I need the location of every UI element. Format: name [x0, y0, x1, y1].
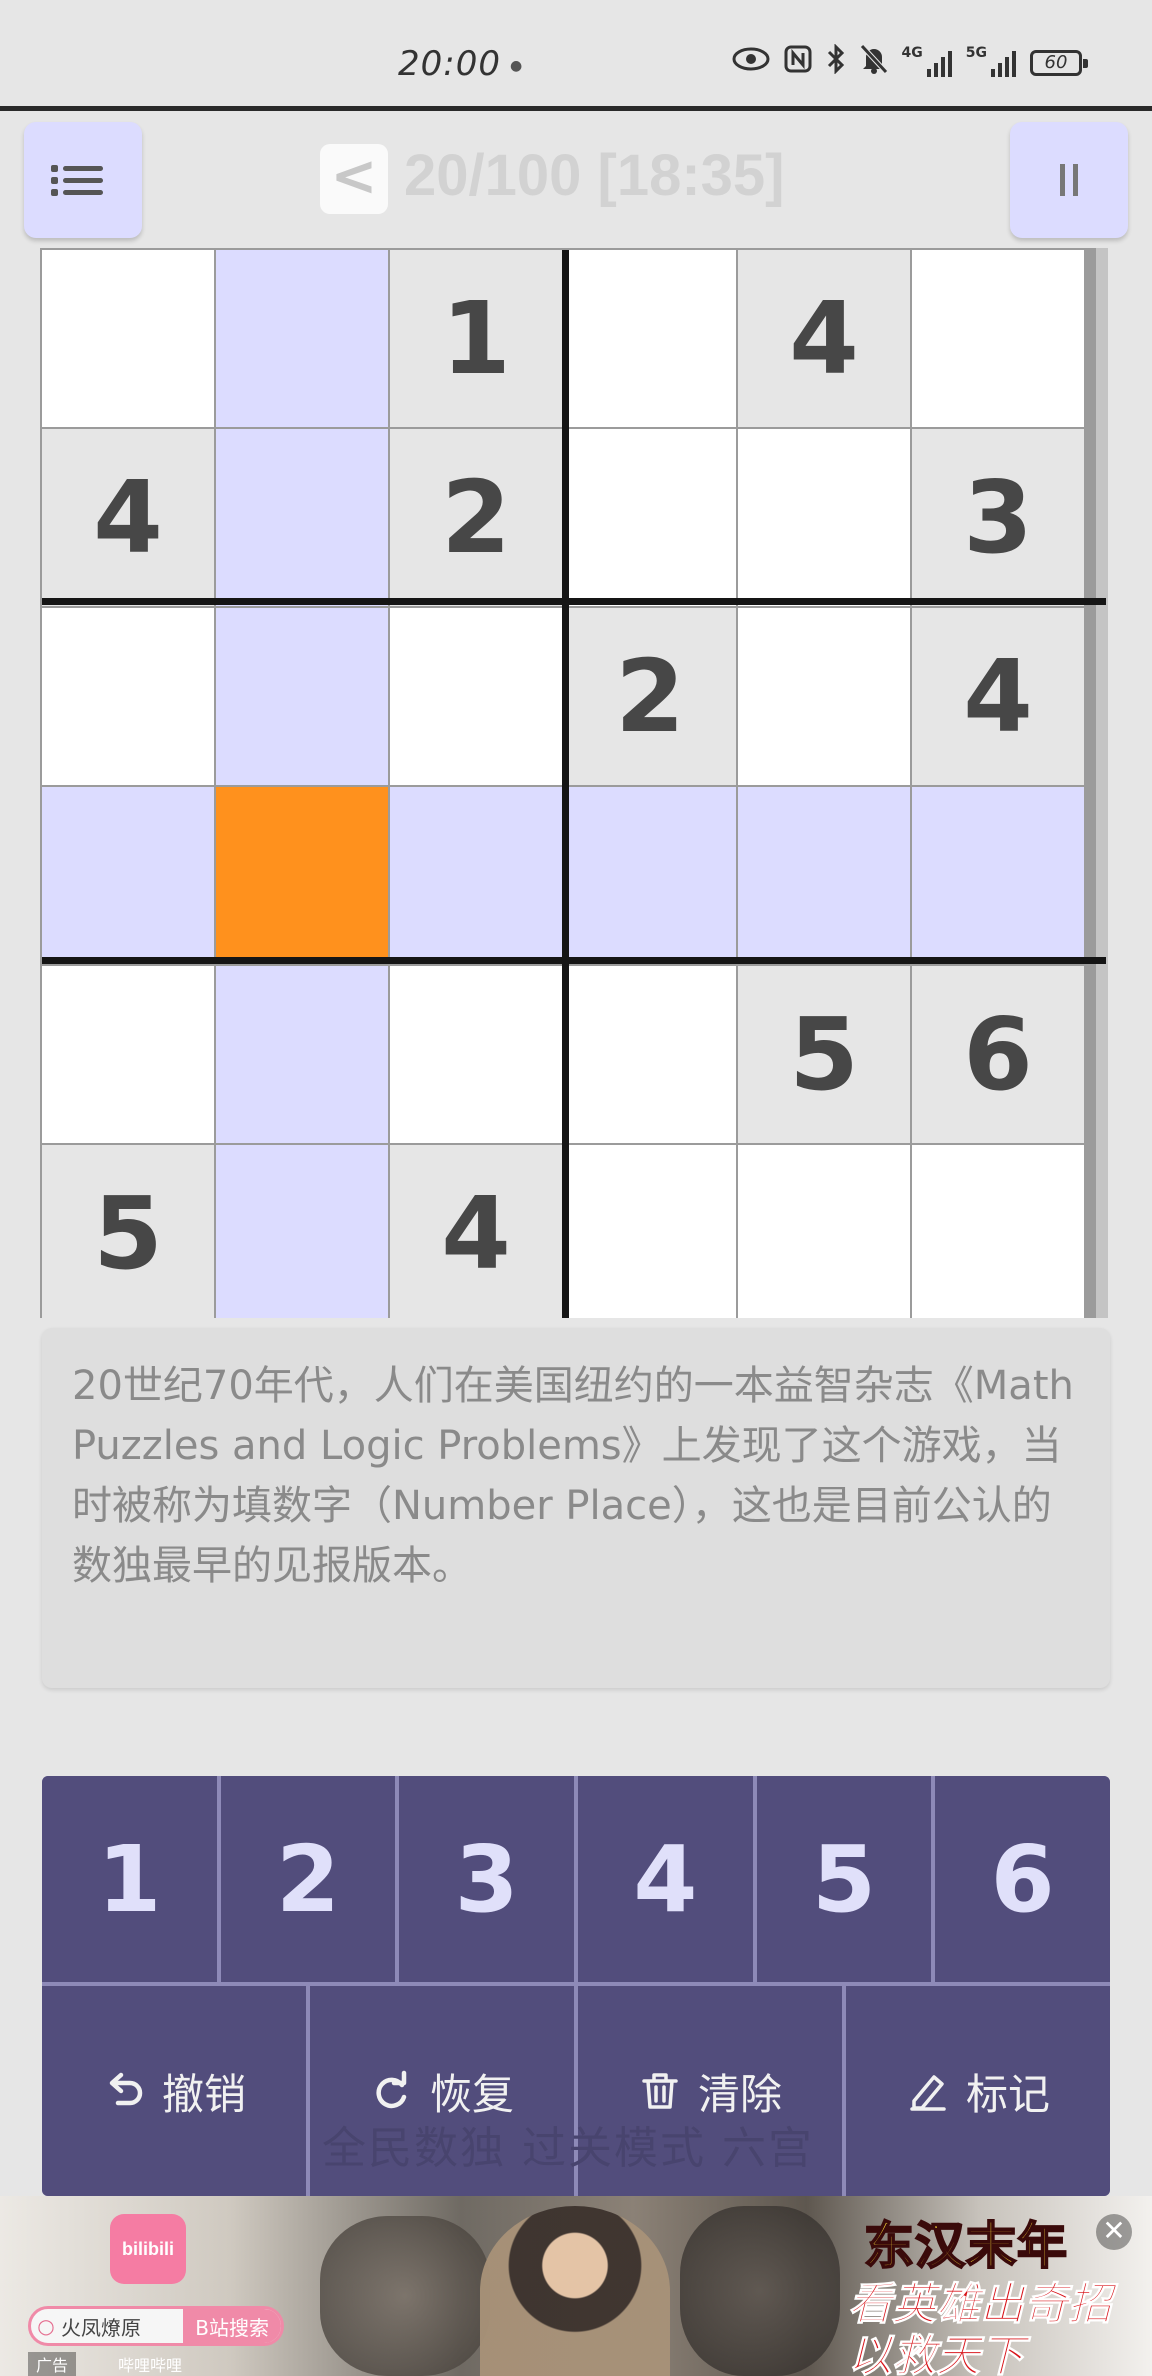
status-icons: 4G 5G 60 [732, 43, 1088, 81]
sudoku-cell[interactable] [564, 787, 736, 964]
grid-edge [1096, 248, 1108, 1318]
sudoku-cell[interactable] [738, 1145, 910, 1318]
eye-icon [732, 46, 770, 79]
undo-button[interactable]: 撤销 [42, 1986, 306, 2196]
sudoku-cell[interactable]: 3 [912, 429, 1084, 606]
sudoku-cell[interactable] [216, 787, 388, 964]
notification-dot-icon: ● [510, 58, 523, 74]
sudoku-cell[interactable] [390, 966, 562, 1143]
sudoku-cell[interactable] [390, 787, 562, 964]
sudoku-cell[interactable] [912, 250, 1084, 427]
sudoku-cell[interactable] [564, 1145, 736, 1318]
box-divider-horizontal [42, 598, 1106, 605]
sudoku-cell[interactable] [390, 608, 562, 785]
bluetooth-icon [826, 43, 846, 81]
sudoku-cell[interactable]: 4 [912, 608, 1084, 785]
ad-artwork [680, 2206, 840, 2376]
menu-icon [51, 159, 103, 202]
bilibili-logo: bilibili [110, 2214, 186, 2284]
sudoku-cell[interactable] [216, 1145, 388, 1318]
previous-level-button[interactable]: < [320, 144, 388, 214]
menu-button[interactable] [24, 122, 142, 238]
box-divider-horizontal [42, 957, 1106, 964]
sudoku-cell[interactable] [738, 608, 910, 785]
box-divider-vertical [562, 250, 569, 1318]
sudoku-cell[interactable] [42, 250, 214, 427]
signal-label-2: 5G [965, 44, 987, 61]
ad-close-icon[interactable]: ✕ [1096, 2214, 1132, 2250]
mark-label: 标记 [965, 2069, 1050, 2119]
sudoku-cell[interactable] [564, 966, 736, 1143]
ad-sub-label: 哔哩哔哩 [118, 2356, 183, 2375]
sudoku-cells: 14423245654 [42, 250, 1106, 1318]
search-icon: ○ [37, 2314, 55, 2338]
ad-artwork [320, 2216, 490, 2376]
number-key-2[interactable]: 2 [220, 1776, 396, 1982]
ad-banner[interactable]: bilibili ○ 火凤燎原 B站搜索 广告 哔哩哔哩 东汉末年 看英雄出奇招… [0, 2196, 1152, 2376]
pause-icon [1060, 164, 1078, 196]
sudoku-cell[interactable] [738, 429, 910, 606]
sudoku-cell[interactable]: 5 [738, 966, 910, 1143]
redo-icon [376, 2070, 407, 2109]
signal-icon-2 [991, 49, 1016, 77]
ad-character-image [480, 2206, 670, 2376]
signal-label-1: 4G [901, 44, 923, 61]
ad-search-button[interactable]: B站搜索 [183, 2309, 281, 2343]
mode-watermark: 全民数独 过关模式 六宫 [322, 2123, 814, 2174]
ad-label: 广告 [28, 2352, 77, 2376]
sudoku-cell[interactable]: 1 [390, 250, 562, 427]
sudoku-cell[interactable]: 6 [912, 966, 1084, 1143]
ad-slogan: 以救天下 [848, 2331, 1025, 2376]
number-key-6[interactable]: 6 [935, 1776, 1110, 1982]
battery-icon: 60 [1030, 49, 1088, 76]
undo-icon [109, 2072, 143, 2106]
sudoku-cell[interactable]: 5 [42, 1145, 214, 1318]
sudoku-grid: 14423245654 [40, 248, 1108, 1318]
sudoku-cell[interactable]: 4 [738, 250, 910, 427]
sudoku-cell[interactable] [564, 250, 736, 427]
undo-label: 撤销 [161, 2069, 246, 2119]
sudoku-cell[interactable] [912, 787, 1084, 964]
level-title: 20/100 [18:35] [404, 143, 785, 208]
number-key-1[interactable]: 1 [42, 1776, 217, 1982]
sudoku-cell[interactable] [216, 250, 388, 427]
nfc-icon [784, 45, 812, 80]
number-key-3[interactable]: 3 [399, 1776, 574, 1982]
status-time: 20:00 [398, 44, 501, 84]
pause-button[interactable] [1010, 122, 1128, 238]
status-divider [0, 106, 1152, 111]
sudoku-cell[interactable] [738, 787, 910, 964]
sudoku-cell[interactable] [216, 966, 388, 1143]
mark-button[interactable]: 标记 [846, 1986, 1110, 2196]
sudoku-history-text: 20世纪70年代，人们在美国纽约的一本益智杂志《Math Puzzles and… [42, 1328, 1110, 1688]
number-key-4[interactable]: 4 [578, 1776, 753, 1982]
status-bar: 20:00 ● 4G 5G 60 [0, 0, 1152, 108]
signal-icon [926, 49, 952, 77]
number-key-5[interactable]: 5 [756, 1776, 932, 1982]
sudoku-cell[interactable] [564, 429, 736, 606]
pencil-icon [910, 2075, 946, 2111]
number-row: 1 2 3 4 5 6 [42, 1776, 1110, 1982]
sudoku-cell[interactable] [216, 429, 388, 606]
sudoku-cell[interactable] [42, 608, 214, 785]
sudoku-cell[interactable]: 2 [564, 608, 736, 785]
sudoku-cell[interactable]: 4 [42, 429, 214, 606]
sudoku-cell[interactable]: 2 [390, 429, 562, 606]
sudoku-cell[interactable] [42, 966, 214, 1143]
trash-icon [642, 2073, 678, 2109]
sudoku-cell[interactable] [216, 608, 388, 785]
sudoku-cell[interactable] [42, 787, 214, 964]
sudoku-cell[interactable]: 4 [390, 1145, 562, 1318]
ad-search-text: 火凤燎原 [61, 2315, 141, 2340]
sudoku-cell[interactable] [912, 1145, 1084, 1318]
bell-off-icon [859, 44, 888, 81]
ad-search-box[interactable]: ○ 火凤燎原 B站搜索 [28, 2306, 284, 2346]
